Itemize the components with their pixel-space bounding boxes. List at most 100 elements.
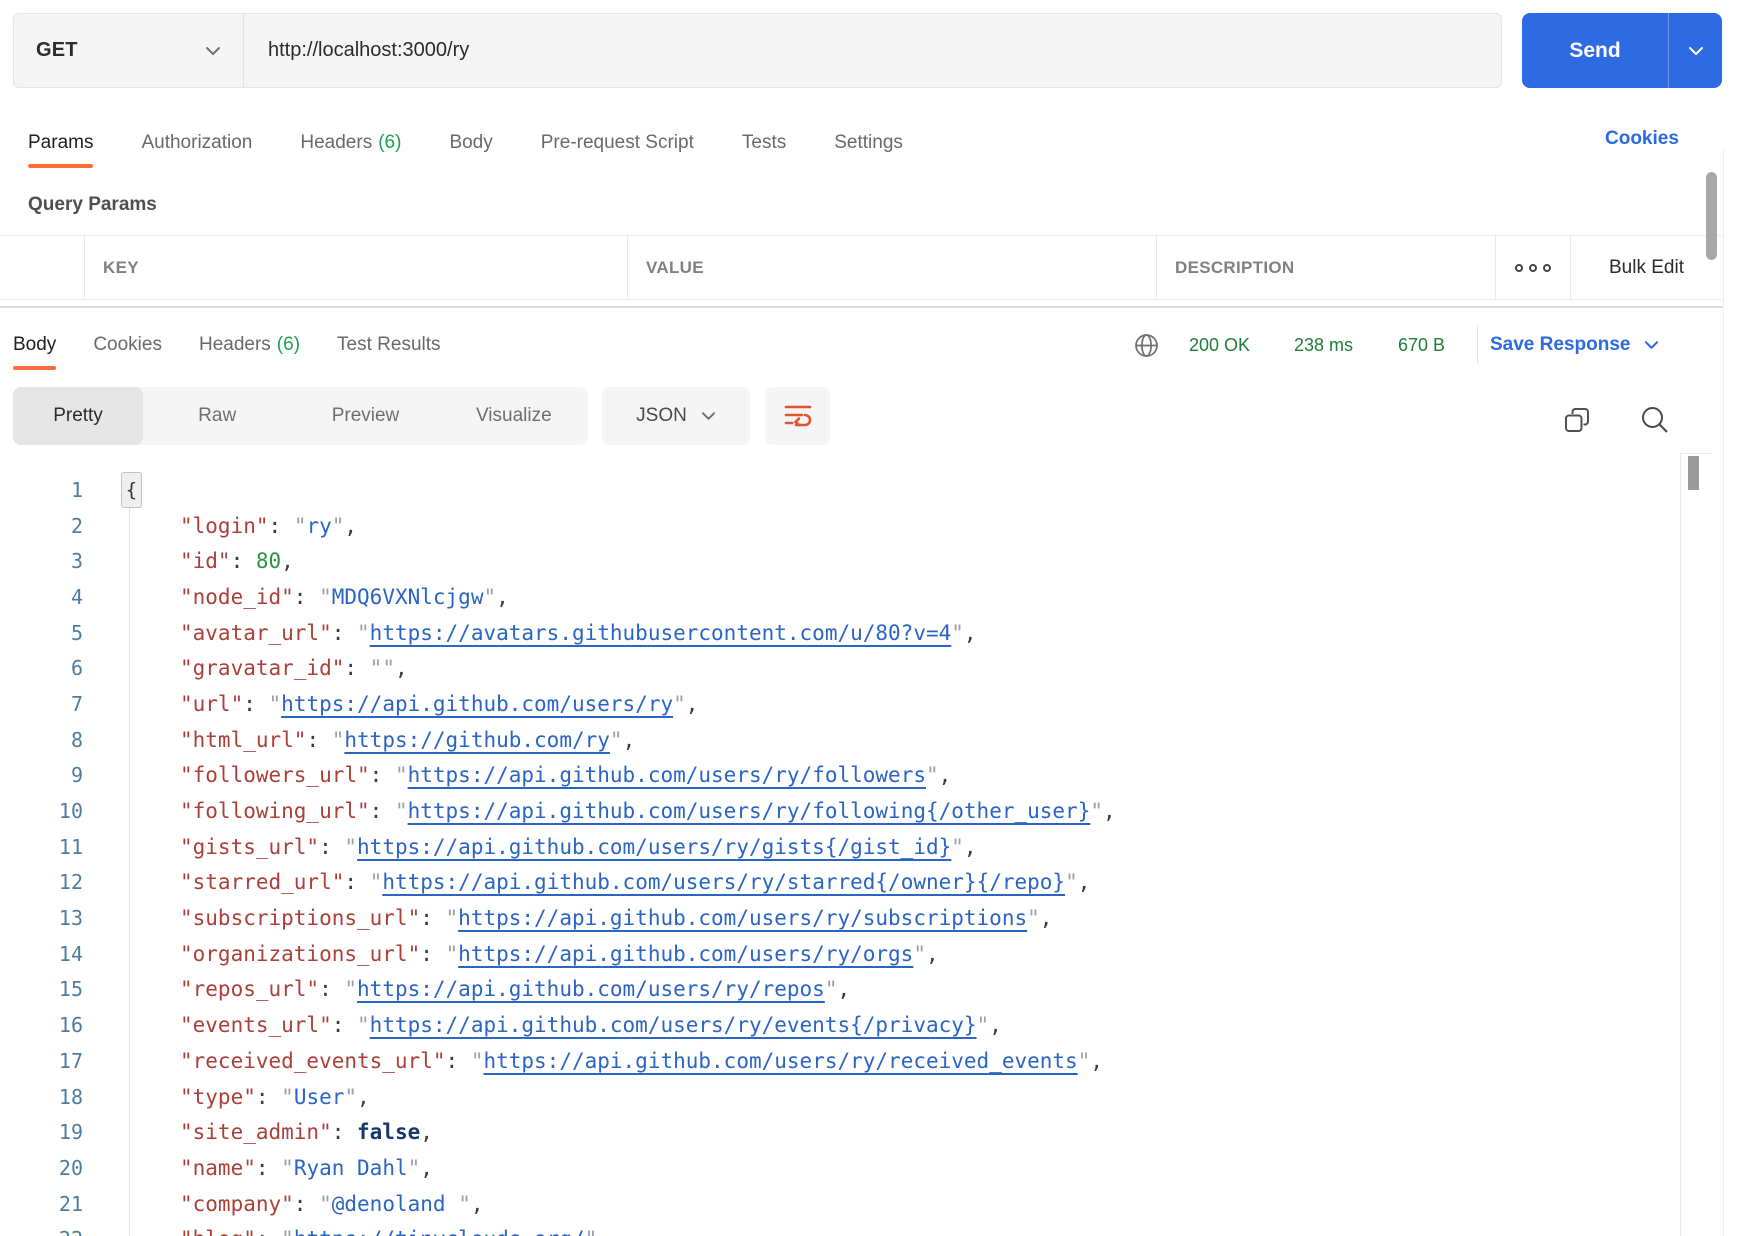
url-input[interactable]: http://localhost:3000/ry — [268, 39, 469, 62]
json-token: : — [344, 656, 369, 680]
line-content: "login": "ry", — [180, 514, 357, 538]
json-key: "gists_url" — [180, 835, 319, 859]
response-tab-test-results[interactable]: Test Results — [337, 318, 440, 372]
json-token: , — [837, 977, 850, 1001]
page-scrollbar-thumb[interactable] — [1706, 172, 1717, 260]
status-code[interactable]: 200 OK — [1189, 318, 1250, 372]
line-number: 14 — [0, 942, 88, 966]
request-tab-pre-request-script[interactable]: Pre-request Script — [541, 116, 694, 170]
request-tab-headers[interactable]: Headers(6) — [300, 116, 401, 170]
tab-label: Settings — [834, 132, 903, 154]
line-content: "subscriptions_url": "https://api.github… — [180, 906, 1052, 930]
json-link-value[interactable]: https://api.github.com/users/ry/received… — [483, 1049, 1077, 1073]
bulk-edit-button[interactable]: Bulk Edit — [1609, 257, 1684, 279]
param-checkbox-column — [0, 236, 85, 299]
json-token: " — [332, 728, 345, 752]
cookies-link[interactable]: Cookies — [1605, 128, 1679, 150]
code-line: 14"organizations_url": "https://api.gith… — [0, 936, 1700, 972]
json-key: "html_url" — [180, 728, 306, 752]
json-link-value[interactable]: https://api.github.com/users/ry/follower… — [408, 763, 926, 787]
json-token: , — [420, 1120, 433, 1144]
json-token: , — [395, 656, 408, 680]
copy-response-button[interactable] — [1560, 403, 1594, 437]
request-tab-tests[interactable]: Tests — [742, 116, 786, 170]
json-key: "subscriptions_url" — [180, 906, 420, 930]
json-token: : — [294, 1192, 319, 1216]
view-mode-preview[interactable]: Preview — [291, 387, 439, 445]
line-number: 17 — [0, 1049, 88, 1073]
json-link-value[interactable]: https://api.github.com/users/ry/events{/… — [370, 1013, 977, 1037]
section-divider — [0, 306, 1723, 308]
code-line: 7"url": "https://api.github.com/users/ry… — [0, 686, 1700, 722]
tab-label: Body — [449, 132, 492, 154]
json-link-value[interactable]: https://api.github.com/users/ry/followin… — [408, 799, 1091, 823]
column-header-key[interactable]: KEY — [85, 236, 628, 299]
more-options-icon[interactable] — [1515, 264, 1551, 272]
json-link-value[interactable]: https://api.github.com/users/ry — [281, 692, 673, 716]
response-time[interactable]: 238 ms — [1294, 318, 1353, 372]
language-select[interactable]: JSON — [602, 387, 750, 445]
view-mode-pretty[interactable]: Pretty — [13, 387, 143, 445]
request-tab-params[interactable]: Params — [28, 116, 93, 170]
json-token: 80 — [256, 549, 281, 573]
request-tab-authorization[interactable]: Authorization — [141, 116, 252, 170]
json-token: , — [496, 585, 509, 609]
response-tab-body[interactable]: Body — [13, 318, 56, 372]
wrap-text-button[interactable] — [765, 387, 830, 445]
json-token: " — [395, 799, 408, 823]
method-select[interactable]: GET — [14, 14, 244, 87]
json-token: , — [926, 942, 939, 966]
line-number: 7 — [0, 692, 88, 716]
json-link-value[interactable]: https://tinyclouds.org/ — [294, 1227, 585, 1236]
copy-icon — [1563, 406, 1591, 434]
query-params-table: KEY VALUE DESCRIPTION Bulk Edit — [0, 235, 1722, 300]
json-token: , — [420, 1156, 433, 1180]
json-link-value[interactable]: https://api.github.com/users/ry/starred{… — [382, 870, 1065, 894]
view-mode-visualize[interactable]: Visualize — [440, 387, 588, 445]
view-mode-raw[interactable]: Raw — [143, 387, 291, 445]
json-token: : — [243, 692, 268, 716]
json-link-value[interactable]: https://api.github.com/users/ry/gists{/g… — [357, 835, 951, 859]
column-header-value[interactable]: VALUE — [628, 236, 1157, 299]
request-tab-settings[interactable]: Settings — [834, 116, 903, 170]
fold-marker[interactable]: { — [121, 472, 142, 508]
send-options-chevron-icon[interactable] — [1669, 13, 1722, 88]
json-key: "login" — [180, 514, 269, 538]
line-content: "node_id": "MDQ6VXNlcjgw", — [180, 585, 509, 609]
code-line: 2"login": "ry", — [0, 508, 1700, 544]
json-key: "id" — [180, 549, 231, 573]
json-token: : — [256, 1156, 281, 1180]
json-link-value[interactable]: https://api.github.com/users/ry/subscrip… — [458, 906, 1027, 930]
network-globe-icon[interactable] — [1134, 318, 1159, 372]
page-scrollbar-track[interactable] — [1723, 150, 1724, 1236]
line-number: 22 — [0, 1227, 88, 1236]
save-response-button[interactable]: Save Response — [1490, 318, 1659, 372]
json-token: MDQ6VXNlcjgw — [332, 585, 484, 609]
line-number: 19 — [0, 1120, 88, 1144]
json-key: "type" — [180, 1085, 256, 1109]
wrap-text-icon — [784, 404, 812, 428]
json-link-value[interactable]: https://api.github.com/users/ry/repos — [357, 977, 825, 1001]
json-key: "company" — [180, 1192, 294, 1216]
response-tab-cookies[interactable]: Cookies — [93, 318, 162, 372]
response-scrollbar-thumb[interactable] — [1688, 456, 1699, 490]
json-link-value[interactable]: https://avatars.githubusercontent.com/u/… — [370, 621, 952, 645]
json-key: "events_url" — [180, 1013, 332, 1037]
line-number: 18 — [0, 1085, 88, 1109]
search-response-button[interactable] — [1638, 403, 1672, 437]
response-tab-headers[interactable]: Headers(6) — [199, 318, 300, 372]
json-token: Ryan Dahl — [294, 1156, 408, 1180]
line-number: 4 — [0, 585, 88, 609]
json-token: " — [446, 906, 459, 930]
response-scrollbar-track[interactable] — [1680, 453, 1681, 1236]
line-number: 11 — [0, 835, 88, 859]
json-link-value[interactable]: https://api.github.com/users/ry/orgs — [458, 942, 913, 966]
request-tab-body[interactable]: Body — [449, 116, 492, 170]
json-key: "following_url" — [180, 799, 370, 823]
send-button[interactable]: Send — [1522, 13, 1722, 88]
column-header-description[interactable]: DESCRIPTION — [1157, 236, 1496, 299]
response-size[interactable]: 670 B — [1398, 318, 1445, 372]
code-line: 9"followers_url": "https://api.github.co… — [0, 758, 1700, 794]
json-token: : — [294, 585, 319, 609]
json-link-value[interactable]: https://github.com/ry — [344, 728, 610, 752]
